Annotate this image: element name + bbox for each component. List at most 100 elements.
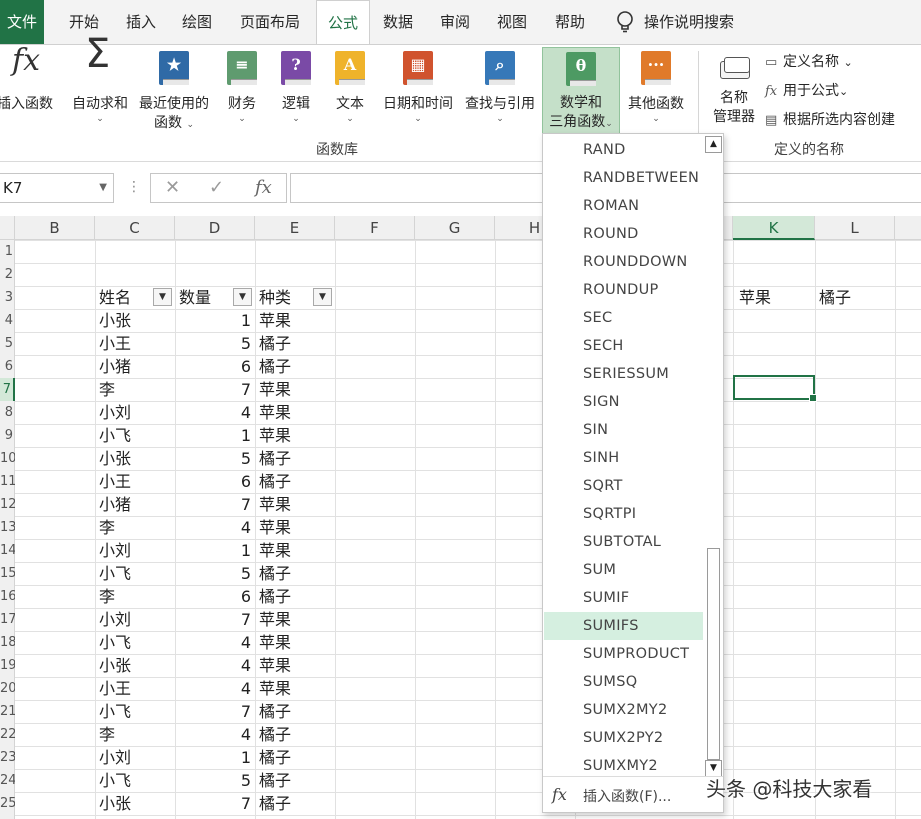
row-header[interactable]: 22 [0, 723, 15, 746]
row-header[interactable]: 24 [0, 769, 15, 792]
row-header[interactable]: 7 [0, 378, 15, 401]
column-header[interactable]: G [415, 216, 495, 240]
cell-quantity[interactable]: 7 [175, 608, 251, 631]
cell-name[interactable]: 小刘 [99, 746, 171, 769]
row-header[interactable]: 10 [0, 447, 15, 470]
cell-kind[interactable]: 苹果 [259, 309, 331, 332]
lookup-reference-button[interactable]: ⌕ 查找与引用 ⌄ [461, 51, 539, 124]
cell-kind[interactable]: 橘子 [259, 332, 331, 355]
cell-name[interactable]: 小飞 [99, 424, 171, 447]
table-header-name[interactable]: 姓名 [99, 286, 131, 309]
column-header[interactable]: K [733, 216, 815, 240]
cell-quantity[interactable]: 4 [175, 723, 251, 746]
function-item-sin[interactable]: SIN [544, 416, 703, 444]
function-item-roundup[interactable]: ROUNDUP [544, 276, 703, 304]
function-item-randbetween[interactable]: RANDBETWEEN [544, 164, 703, 192]
table-header-kind[interactable]: 种类 [259, 286, 291, 309]
row-header[interactable]: 2 [0, 263, 15, 286]
row-header[interactable]: 17 [0, 608, 15, 631]
function-item-sumifs[interactable]: SUMIFS [544, 612, 703, 640]
cell-kind[interactable]: 橘子 [259, 355, 331, 378]
row-header[interactable]: 20 [0, 677, 15, 700]
tab-data[interactable]: 数据 [374, 0, 422, 44]
function-item-round[interactable]: ROUND [544, 220, 703, 248]
cell-quantity[interactable]: 4 [175, 654, 251, 677]
cell-quantity[interactable]: 4 [175, 631, 251, 654]
row-header[interactable]: 16 [0, 585, 15, 608]
cell-kind[interactable]: 苹果 [259, 424, 331, 447]
cell-kind[interactable]: 苹果 [259, 493, 331, 516]
table-header-qty[interactable]: 数量 [179, 286, 211, 309]
selected-cell-K7[interactable] [733, 375, 817, 402]
recently-used-button[interactable]: ★ 最近使用的 函数 ⌄ [134, 51, 214, 133]
tab-review[interactable]: 审阅 [431, 0, 479, 44]
row-header[interactable]: 23 [0, 746, 15, 769]
cell-name[interactable]: 小王 [99, 677, 171, 700]
tab-help[interactable]: 帮助 [546, 0, 594, 44]
cell-quantity[interactable]: 7 [175, 493, 251, 516]
insert-function-menu-item[interactable]: fx 插入函数(F)... [543, 776, 723, 812]
function-item-sec[interactable]: SEC [544, 304, 703, 332]
cell-name[interactable]: 小张 [99, 447, 171, 470]
cell-quantity[interactable]: 6 [175, 585, 251, 608]
tab-page-layout[interactable]: 页面布局 [231, 0, 309, 44]
function-item-sumproduct[interactable]: SUMPRODUCT [544, 640, 703, 668]
name-manager-button[interactable]: 名称 管理器 [706, 51, 762, 127]
column-header[interactable]: L [815, 216, 895, 240]
function-item-rounddown[interactable]: ROUNDDOWN [544, 248, 703, 276]
row-header[interactable]: 11 [0, 470, 15, 493]
row-header[interactable]: 9 [0, 424, 15, 447]
select-all-corner[interactable] [0, 216, 15, 240]
filter-dropdown-icon[interactable]: ▼ [233, 288, 252, 306]
autosum-button[interactable]: Σ 自动求和 ⌄ [67, 34, 133, 124]
cell-kind[interactable]: 苹果 [259, 677, 331, 700]
cell-name[interactable]: 小刘 [99, 539, 171, 562]
financial-button[interactable]: ≡ 财务 ⌄ [220, 51, 264, 124]
cell-kind[interactable]: 橘子 [259, 769, 331, 792]
define-name-button[interactable]: ▭ 定义名称 ⌄ [765, 51, 853, 71]
cell-quantity[interactable]: 1 [175, 424, 251, 447]
cell-kind[interactable]: 橘子 [259, 470, 331, 493]
tab-formulas[interactable]: 公式 [316, 0, 370, 45]
cell-kind[interactable]: 橘子 [259, 746, 331, 769]
cell-name[interactable]: 小猪 [99, 355, 171, 378]
function-item-seriessum[interactable]: SERIESSUM [544, 360, 703, 388]
row-header[interactable]: 14 [0, 539, 15, 562]
cell-kind[interactable]: 苹果 [259, 516, 331, 539]
cell-quantity[interactable]: 7 [175, 378, 251, 401]
function-item-subtotal[interactable]: SUBTOTAL [544, 528, 703, 556]
cell-name[interactable]: 小张 [99, 654, 171, 677]
row-header[interactable]: 18 [0, 631, 15, 654]
cell-name[interactable]: 小刘 [99, 401, 171, 424]
tab-file[interactable]: 文件 [0, 0, 44, 44]
cell-name[interactable]: 小王 [99, 470, 171, 493]
math-trig-button[interactable]: θ 数学和 三角函数⌄ [542, 47, 620, 135]
dropdown-scrollbar[interactable]: ▲ ▼ [704, 136, 723, 778]
cell-quantity[interactable]: 5 [175, 447, 251, 470]
tell-me-search[interactable]: 操作说明搜索 [644, 0, 748, 44]
tab-insert[interactable]: 插入 [117, 0, 165, 44]
cell-quantity[interactable]: 5 [175, 332, 251, 355]
cell-quantity[interactable]: 5 [175, 562, 251, 585]
cell-kind[interactable]: 苹果 [259, 401, 331, 424]
tab-view[interactable]: 视图 [488, 0, 536, 44]
insert-function-fx-icon[interactable]: fx [255, 177, 272, 198]
column-header[interactable]: D [175, 216, 255, 240]
cell-kind[interactable]: 苹果 [259, 631, 331, 654]
worksheet-grid[interactable]: B C D E F G H K L 1 2 3 4 5 6 7 8 9 10 11 12 13 14 15 1… [0, 216, 921, 819]
summary-header-orange[interactable]: 橘子 [819, 286, 851, 309]
row-header[interactable]: 5 [0, 332, 15, 355]
drag-handle-icon[interactable]: ⋮ [127, 179, 141, 195]
cell-quantity[interactable]: 4 [175, 677, 251, 700]
cell-quantity[interactable]: 6 [175, 355, 251, 378]
row-header[interactable]: 13 [0, 516, 15, 539]
cell-quantity[interactable]: 7 [175, 792, 251, 815]
scroll-up-icon[interactable]: ▲ [705, 136, 722, 153]
cell-name[interactable]: 小刘 [99, 608, 171, 631]
function-item-roman[interactable]: ROMAN [544, 192, 703, 220]
more-functions-button[interactable]: ··· 其他函数 ⌄ [624, 51, 688, 124]
function-item-sumif[interactable]: SUMIF [544, 584, 703, 612]
column-header-partial[interactable] [895, 216, 921, 240]
function-item-sinh[interactable]: SINH [544, 444, 703, 472]
function-item-sumx2py2[interactable]: SUMX2PY2 [544, 724, 703, 752]
